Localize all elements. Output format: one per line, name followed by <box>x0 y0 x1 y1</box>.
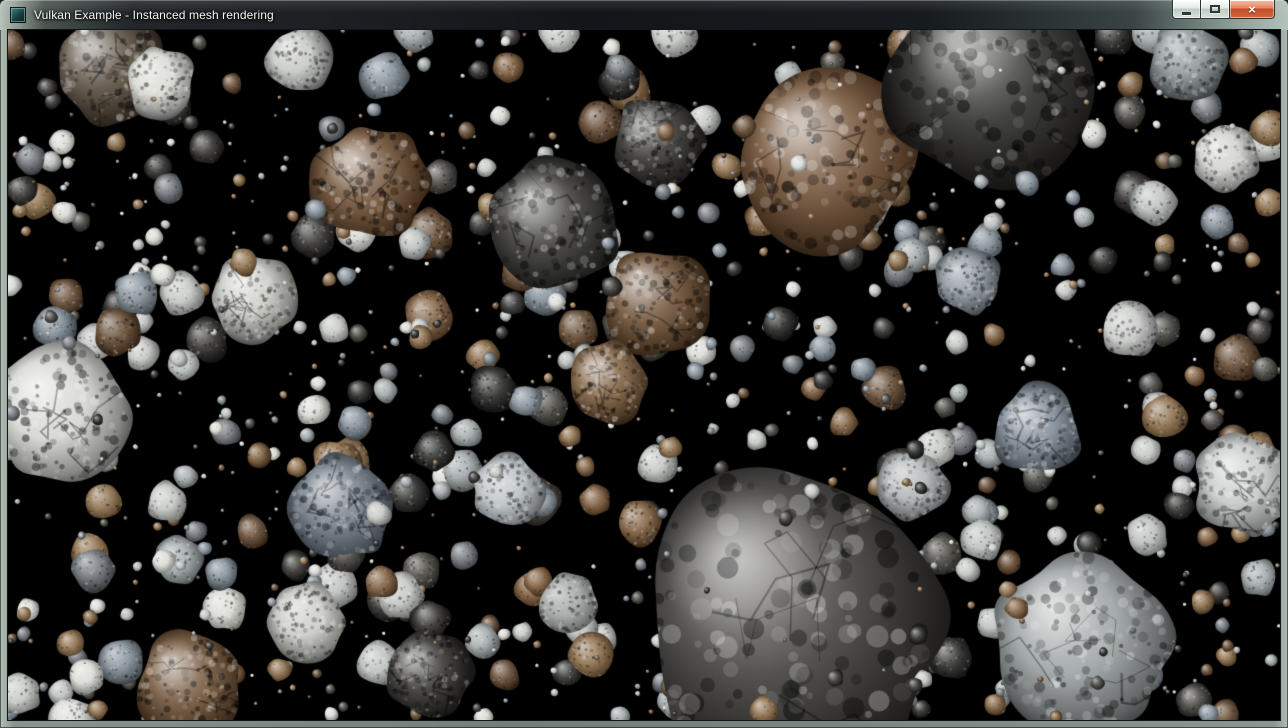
close-icon: × <box>1248 1 1256 18</box>
minimize-button[interactable] <box>1172 0 1201 19</box>
maximize-button[interactable] <box>1201 0 1230 19</box>
minimize-icon <box>1182 12 1191 15</box>
render-viewport[interactable] <box>8 30 1280 720</box>
maximize-icon <box>1210 5 1220 13</box>
app-icon[interactable] <box>10 7 26 23</box>
window-title: Vulkan Example - Instanced mesh renderin… <box>34 8 274 22</box>
app-window: Vulkan Example - Instanced mesh renderin… <box>0 0 1288 728</box>
window-controls: × <box>1172 0 1275 19</box>
render-area <box>8 30 1280 720</box>
window-titlebar[interactable]: Vulkan Example - Instanced mesh renderin… <box>0 0 1288 30</box>
close-button[interactable]: × <box>1230 0 1275 19</box>
